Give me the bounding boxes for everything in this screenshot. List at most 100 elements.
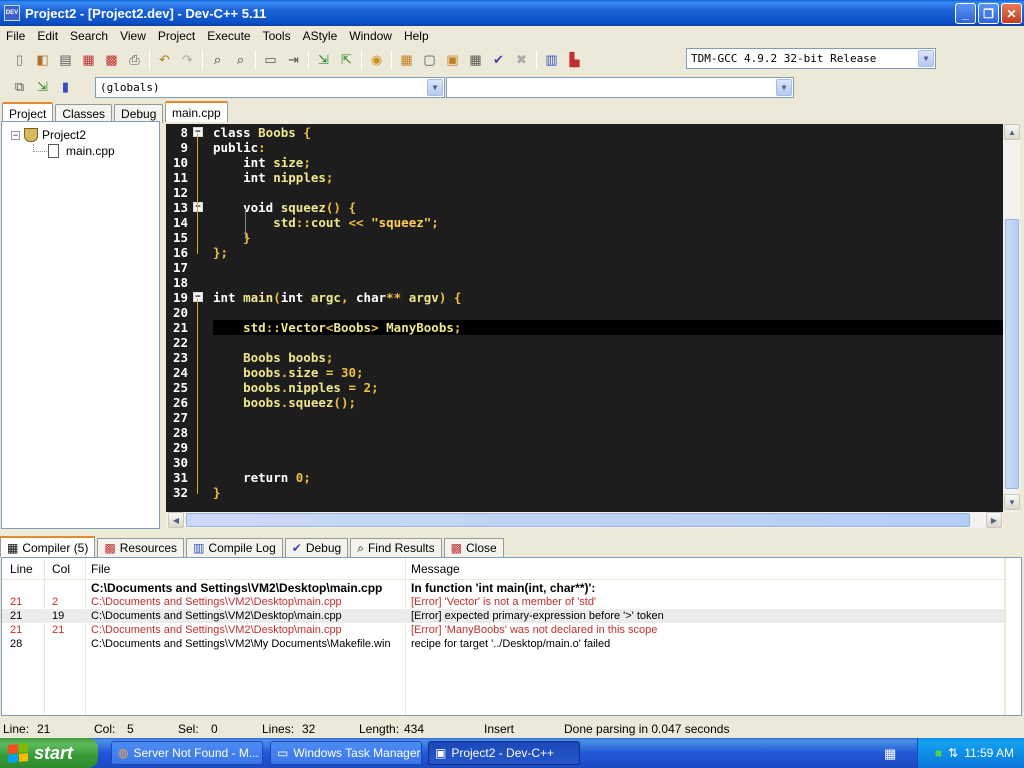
editor-horizontal-scrollbar[interactable]: ◀ ▶ [166, 512, 1003, 528]
minimize-button[interactable]: _ [955, 3, 976, 24]
chevron-down-icon[interactable]: ▼ [776, 79, 792, 96]
tab-resources[interactable]: ▩ Resources [97, 538, 185, 557]
menu-astyle[interactable]: AStyle [297, 29, 344, 43]
code-line[interactable]: 27 [166, 410, 1003, 425]
menu-file[interactable]: File [0, 29, 31, 43]
task-firefox[interactable]: ◍ Server Not Found - M... [111, 741, 263, 765]
collapse-icon[interactable]: − [11, 130, 20, 140]
restore-button[interactable]: ❐ [978, 3, 999, 24]
code-line[interactable]: 23 Boobs boobs; [166, 350, 1003, 365]
code-line[interactable]: 28 [166, 425, 1003, 440]
code-line[interactable]: 31 return 0; [166, 470, 1003, 485]
add-to-project-icon[interactable]: ⇲ [312, 49, 335, 71]
code-line[interactable]: 13− void squeez() { [166, 200, 1003, 215]
scroll-down-icon[interactable]: ▼ [1004, 494, 1020, 510]
code-line[interactable]: 9 public: [166, 140, 1003, 155]
project-options-icon[interactable]: ◉ [365, 49, 388, 71]
scroll-thumb[interactable] [1005, 219, 1019, 489]
start-button[interactable]: start [0, 738, 98, 768]
compiler-select[interactable]: TDM-GCC 4.9.2 32-bit Release ▼ [686, 48, 936, 69]
network-icon[interactable]: ⇅ [948, 746, 958, 760]
header-message[interactable]: Message [411, 562, 460, 576]
rebuild-all-icon[interactable]: ▦ [464, 49, 487, 71]
delete-profile-icon[interactable]: ▙ [563, 49, 586, 71]
close-file-icon[interactable]: ▩ [100, 49, 123, 71]
tab-close[interactable]: ▩ Close [443, 538, 504, 557]
code-line[interactable]: 26 boobs.squeez(); [166, 395, 1003, 410]
code-line[interactable]: 17 [166, 260, 1003, 275]
redo-icon[interactable]: ↷ [176, 49, 199, 71]
keyboard-icon[interactable]: ▦ [884, 746, 896, 762]
profile-chart-icon[interactable]: ▥ [540, 49, 563, 71]
tab-compile-log[interactable]: ▥ Compile Log [186, 538, 283, 557]
tab-find-results[interactable]: ⌕ Find Results [350, 538, 442, 557]
message-row[interactable]: C:\Documents and Settings\VM2\Desktop\ma… [2, 581, 1004, 595]
save-all-icon[interactable]: ▦ [77, 49, 100, 71]
tab-main-cpp[interactable]: main.cpp [165, 101, 228, 122]
code-line[interactable]: 10 int size; [166, 155, 1003, 170]
menu-view[interactable]: View [114, 29, 152, 43]
tab-debug-bottom[interactable]: ✔ Debug [284, 538, 349, 557]
task-task-manager[interactable]: ▭ Windows Task Manager [270, 741, 422, 765]
menu-execute[interactable]: Execute [201, 29, 256, 43]
menu-help[interactable]: Help [398, 29, 435, 43]
toggle-bookmark-icon[interactable]: ▮ [54, 76, 77, 98]
code-line[interactable]: 20 [166, 305, 1003, 320]
clock[interactable]: 11:59 AM [964, 746, 1014, 760]
tree-item-main-cpp[interactable]: main.cpp [48, 144, 115, 158]
scroll-up-icon[interactable]: ▲ [1004, 124, 1020, 140]
code-line[interactable]: 19− int main(int argc, char** argv) { [166, 290, 1003, 305]
code-line[interactable]: 15 } [166, 230, 1003, 245]
message-row[interactable]: 28 C:\Documents and Settings\VM2\My Docum… [2, 637, 1004, 651]
tree-item-project[interactable]: − Project2 [11, 128, 86, 142]
editor-vertical-scrollbar[interactable]: ▲ ▼ [1003, 124, 1020, 512]
header-col[interactable]: Col [52, 562, 70, 576]
code-line[interactable]: 14 std::cout << "squeez"; [166, 215, 1003, 230]
compile-run-icon[interactable]: ▣ [441, 49, 464, 71]
code-line[interactable]: 8− class Boobs { [166, 125, 1003, 140]
fold-toggle-icon[interactable]: − [193, 202, 203, 212]
code-line[interactable]: 21 std::Vector<Boobs> ManyBoobs; [166, 320, 1003, 335]
message-row[interactable]: 21 21 C:\Documents and Settings\VM2\Deskto… [2, 623, 1004, 637]
menu-search[interactable]: Search [64, 29, 114, 43]
goto-line-icon[interactable]: ⇥ [282, 49, 305, 71]
syntax-check-icon[interactable]: ✔ [487, 49, 510, 71]
title-bar[interactable]: DEV Project2 - [Project2.dev] - Dev-C++ … [0, 0, 1024, 26]
chevron-down-icon[interactable]: ▼ [427, 79, 443, 96]
tab-project[interactable]: Project [2, 102, 54, 123]
menu-tools[interactable]: Tools [257, 29, 297, 43]
menu-window[interactable]: Window [343, 29, 398, 43]
save-icon[interactable]: ▤ [54, 49, 77, 71]
compile-icon[interactable]: ▦ [395, 49, 418, 71]
fold-toggle-icon[interactable]: − [193, 292, 203, 302]
code-editor[interactable]: 8− class Boobs {9 public: 10 int size; 11 in… [166, 124, 1003, 512]
scroll-right-icon[interactable]: ▶ [986, 512, 1002, 528]
code-line[interactable]: 29 [166, 440, 1003, 455]
code-line[interactable]: 24 boobs.size = 30; [166, 365, 1003, 380]
code-line[interactable]: 25 boobs.nipples = 2; [166, 380, 1003, 395]
scope-select[interactable]: (globals) ▼ [95, 77, 445, 98]
chevron-down-icon[interactable]: ▼ [918, 50, 934, 67]
header-file[interactable]: File [91, 562, 110, 576]
code-line[interactable]: 12 [166, 185, 1003, 200]
code-line[interactable]: 32} [166, 485, 1003, 500]
remove-from-project-icon[interactable]: ⇱ [335, 49, 358, 71]
replace-icon[interactable]: ⌕ [229, 49, 252, 71]
fold-toggle-icon[interactable]: − [193, 127, 203, 137]
new-file-icon[interactable]: ▯ [8, 49, 31, 71]
print-icon[interactable]: ⎙ [123, 49, 146, 71]
message-row[interactable]: 21 19 C:\Documents and Settings\VM2\Deskto… [2, 609, 1004, 623]
message-row[interactable]: 21 2 C:\Documents and Settings\VM2\Desktop… [2, 595, 1004, 609]
tray-app-icon[interactable]: ■ [935, 746, 942, 760]
scroll-left-icon[interactable]: ◀ [168, 512, 184, 528]
code-line[interactable]: 22 [166, 335, 1003, 350]
find-icon[interactable]: ⌕ [206, 49, 229, 71]
code-line[interactable]: 11 int nipples; [166, 170, 1003, 185]
header-line[interactable]: Line [10, 562, 33, 576]
run-icon[interactable]: ▢ [418, 49, 441, 71]
stop-execution-icon[interactable]: ✖ [510, 49, 533, 71]
app-icon[interactable]: DEV [4, 5, 20, 21]
code-line[interactable]: 30 [166, 455, 1003, 470]
undo-icon[interactable]: ↶ [153, 49, 176, 71]
bookmark-icon[interactable]: ▭ [259, 49, 282, 71]
